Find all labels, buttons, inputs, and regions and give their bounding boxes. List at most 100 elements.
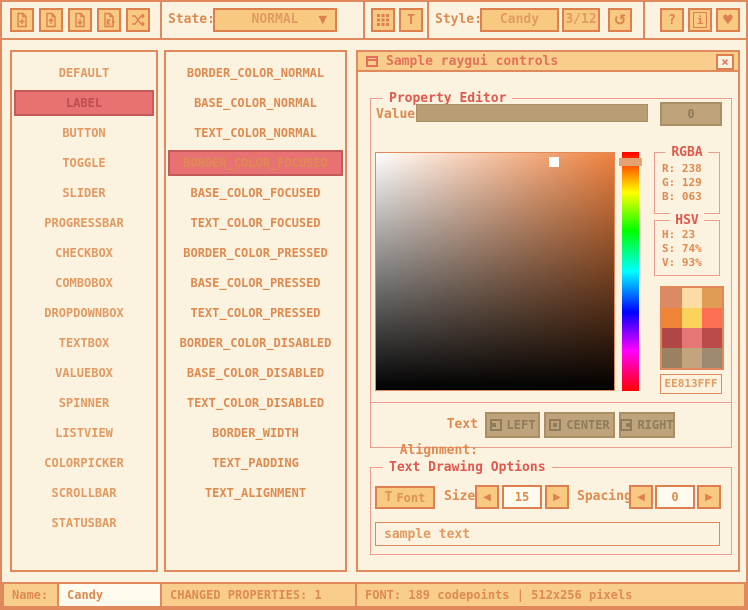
list-item-scrollbar[interactable]: SCROLLBAR bbox=[12, 478, 156, 508]
close-button[interactable]: × bbox=[716, 54, 734, 70]
style-index-button[interactable]: 3/12 bbox=[562, 8, 600, 32]
window-title: Sample raygui controls bbox=[386, 52, 558, 72]
state-label: State: bbox=[168, 8, 215, 32]
list-item-spinner[interactable]: SPINNER bbox=[12, 388, 156, 418]
prop-border-color-disabled[interactable]: BORDER_COLOR_DISABLED bbox=[166, 328, 345, 358]
color-panel[interactable] bbox=[375, 152, 615, 391]
divider-line bbox=[370, 402, 732, 403]
palette-swatch[interactable] bbox=[702, 308, 722, 328]
save-style-button[interactable] bbox=[68, 8, 92, 32]
random-style-button[interactable] bbox=[126, 8, 150, 32]
list-item-colorpicker[interactable]: COLORPICKER bbox=[12, 448, 156, 478]
palette-swatch[interactable] bbox=[682, 288, 702, 308]
sample-text-box bbox=[375, 522, 720, 546]
font-info-status: FONT: 189 codepoints | 512x256 pixels bbox=[355, 582, 746, 608]
prop-text-color-focused[interactable]: TEXT_COLOR_FOCUSED bbox=[166, 208, 345, 238]
list-item-dropdownbox[interactable]: DROPDOWNBOX bbox=[12, 298, 156, 328]
style-name-field bbox=[57, 582, 162, 608]
palette-swatch[interactable] bbox=[662, 328, 682, 348]
icons-panel-button[interactable] bbox=[371, 8, 395, 32]
list-item-textbox[interactable]: TEXTBOX bbox=[12, 328, 156, 358]
text-alignment-label: Text Alignment: bbox=[368, 412, 478, 464]
prop-base-color-normal[interactable]: BASE_COLOR_NORMAL bbox=[166, 88, 345, 118]
list-item-checkbox[interactable]: CHECKBOX bbox=[12, 238, 156, 268]
reload-style-button[interactable]: ↺ bbox=[608, 8, 632, 32]
text-drawing-options-title: Text Drawing Options bbox=[383, 460, 552, 475]
prop-text-color-pressed[interactable]: TEXT_COLOR_PRESSED bbox=[166, 298, 345, 328]
prop-border-width[interactable]: BORDER_WIDTH bbox=[166, 418, 345, 448]
prop-base-color-focused[interactable]: BASE_COLOR_FOCUSED bbox=[166, 178, 345, 208]
sample-text-input[interactable] bbox=[376, 524, 719, 546]
align-right-icon bbox=[620, 419, 632, 431]
new-file-icon bbox=[14, 12, 30, 28]
hex-color-field[interactable]: EE813FFF bbox=[660, 374, 722, 394]
prop-text-color-normal[interactable]: TEXT_COLOR_NORMAL bbox=[166, 118, 345, 148]
help-icon: ? bbox=[668, 13, 676, 28]
palette-swatch[interactable] bbox=[682, 348, 702, 368]
help-button[interactable]: ? bbox=[660, 8, 684, 32]
size-increment-button[interactable]: ▶ bbox=[545, 485, 569, 509]
list-item-statusbar[interactable]: STATUSBAR bbox=[12, 508, 156, 538]
value-slider[interactable] bbox=[416, 104, 648, 122]
color-cursor[interactable] bbox=[549, 157, 559, 167]
prop-border-color-focused-selected[interactable]: BORDER_COLOR_FOCUSED bbox=[168, 150, 343, 176]
palette-swatch[interactable] bbox=[682, 328, 702, 348]
window-titlebar[interactable]: Sample raygui controls × bbox=[358, 52, 738, 72]
list-item-listview[interactable]: LISTVIEW bbox=[12, 418, 156, 448]
size-decrement-button[interactable]: ◀ bbox=[475, 485, 499, 509]
prop-base-color-pressed[interactable]: BASE_COLOR_PRESSED bbox=[166, 268, 345, 298]
size-value-box[interactable]: 15 bbox=[502, 485, 542, 509]
chevron-down-icon: ▼ bbox=[319, 10, 327, 30]
prop-text-padding[interactable]: TEXT_PADDING bbox=[166, 448, 345, 478]
new-style-button[interactable] bbox=[10, 8, 34, 32]
about-button[interactable]: i bbox=[688, 8, 712, 32]
list-item-slider[interactable]: SLIDER bbox=[12, 178, 156, 208]
palette-swatch[interactable] bbox=[662, 288, 682, 308]
style-name-input[interactable] bbox=[67, 584, 160, 606]
style-label: Style: bbox=[435, 8, 482, 32]
hsv-h-value: H: 23 bbox=[655, 228, 719, 242]
spacing-increment-button[interactable]: ▶ bbox=[697, 485, 721, 509]
name-label: Name: bbox=[2, 582, 59, 608]
list-item-combobox[interactable]: COMBOBOX bbox=[12, 268, 156, 298]
list-item-button[interactable]: BUTTON bbox=[12, 118, 156, 148]
text-icon: T bbox=[407, 13, 415, 28]
prop-border-color-pressed[interactable]: BORDER_COLOR_PRESSED bbox=[166, 238, 345, 268]
palette-swatch[interactable] bbox=[702, 348, 722, 368]
prop-base-color-disabled[interactable]: BASE_COLOR_DISABLED bbox=[166, 358, 345, 388]
palette-swatch[interactable] bbox=[662, 308, 682, 328]
spacing-value-box[interactable]: 0 bbox=[655, 485, 695, 509]
style-name-combobox[interactable]: Candy bbox=[480, 8, 559, 32]
hue-bar[interactable] bbox=[622, 152, 639, 391]
list-item-default[interactable]: DEFAULT bbox=[12, 58, 156, 88]
state-value: NORMAL bbox=[252, 12, 299, 27]
close-icon: × bbox=[721, 55, 728, 69]
font-button[interactable]: T Font bbox=[375, 486, 435, 509]
heart-icon: ♥ bbox=[722, 13, 734, 28]
prop-text-color-disabled[interactable]: TEXT_COLOR_DISABLED bbox=[166, 388, 345, 418]
align-right-button[interactable]: RIGHT bbox=[619, 412, 675, 438]
align-center-button[interactable]: CENTER bbox=[544, 412, 615, 438]
toolbar-divider bbox=[160, 2, 162, 38]
align-left-label: LEFT bbox=[507, 418, 536, 432]
list-item-progressbar[interactable]: PROGRESSBAR bbox=[12, 208, 156, 238]
prop-border-color-normal[interactable]: BORDER_COLOR_NORMAL bbox=[166, 58, 345, 88]
hue-selector[interactable] bbox=[619, 158, 642, 166]
sponsor-button[interactable]: ♥ bbox=[716, 8, 740, 32]
palette-swatch[interactable] bbox=[702, 288, 722, 308]
palette-swatch[interactable] bbox=[682, 308, 702, 328]
info-icon: i bbox=[693, 12, 707, 28]
list-item-valuebox[interactable]: VALUEBOX bbox=[12, 358, 156, 388]
export-style-button[interactable] bbox=[97, 8, 121, 32]
state-dropdown[interactable]: NORMAL ▼ bbox=[213, 8, 337, 32]
font-panel-button[interactable]: T bbox=[399, 8, 423, 32]
list-item-toggle[interactable]: TOGGLE bbox=[12, 148, 156, 178]
open-style-button[interactable] bbox=[39, 8, 63, 32]
spacing-decrement-button[interactable]: ◀ bbox=[629, 485, 653, 509]
align-left-button[interactable]: LEFT bbox=[485, 412, 540, 438]
prop-text-alignment[interactable]: TEXT_ALIGNMENT bbox=[166, 478, 345, 508]
list-item-label-selected[interactable]: LABEL bbox=[14, 90, 154, 116]
style-index-value: 3/12 bbox=[565, 12, 596, 27]
palette-swatch[interactable] bbox=[702, 328, 722, 348]
palette-swatch[interactable] bbox=[662, 348, 682, 368]
